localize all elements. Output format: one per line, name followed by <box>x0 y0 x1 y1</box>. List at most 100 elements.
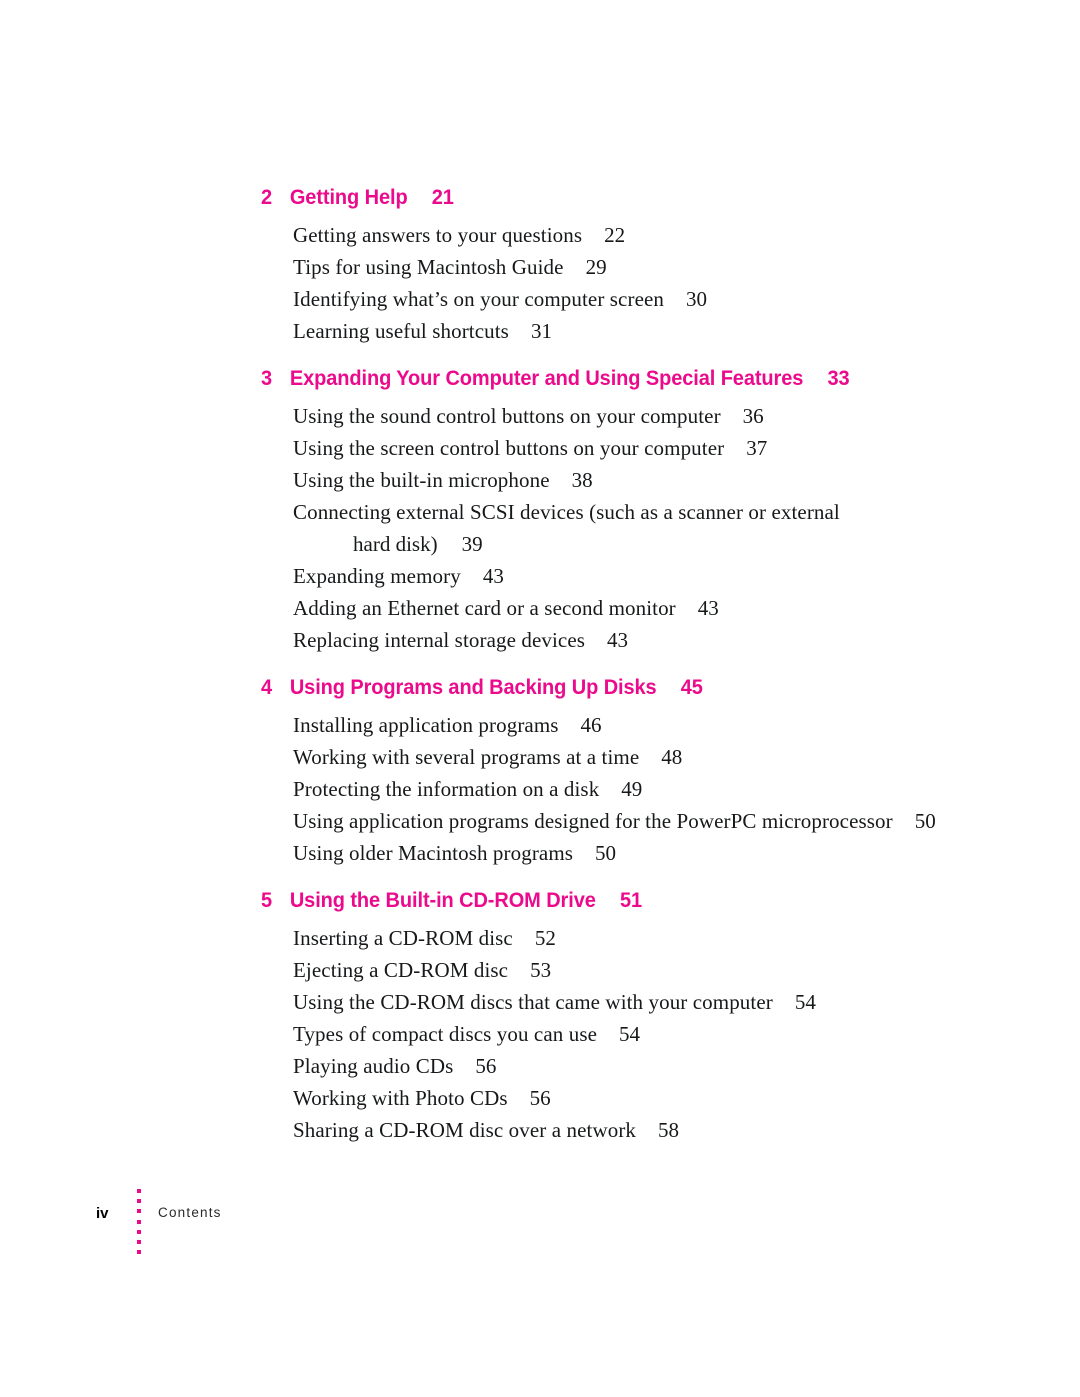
rule-dot <box>137 1189 141 1193</box>
toc-entry-text: Working with Photo CDs <box>293 1086 508 1110</box>
toc-entry-list: Inserting a CD-ROM disc 52 Ejecting a CD-R… <box>261 922 1021 1146</box>
toc-entry-page-number: 43 <box>482 564 504 588</box>
toc-entry[interactable]: Using the CD-ROM discs that came with yo… <box>261 986 1021 1018</box>
toc-entry-page-number: 29 <box>585 255 607 279</box>
toc-entry-page-number: 50 <box>914 809 936 833</box>
toc-entry[interactable]: Identifying what’s on your computer scre… <box>261 283 1021 315</box>
toc-entry[interactable]: Types of compact discs you can use 54 <box>261 1018 1021 1050</box>
toc-entry[interactable]: Adding an Ethernet card or a second moni… <box>261 592 1021 624</box>
chapter-number: 2 <box>261 185 273 209</box>
toc-entry[interactable]: Learning useful shortcuts 31 <box>261 315 1021 347</box>
chapter-title: Using Programs and Backing Up Disks <box>289 675 657 699</box>
toc-entry-text: Using application programs designed for … <box>293 809 893 833</box>
toc-chapter-heading[interactable]: 5 Using the Built-in CD-ROM Drive 51 <box>261 888 968 913</box>
toc-entry-list: Using the sound control buttons on your … <box>261 400 1021 656</box>
toc-entry-text: Using the built-in microphone <box>293 468 550 492</box>
toc-entry-list: Getting answers to your questions 22 Tips … <box>261 219 1021 347</box>
rule-dot <box>137 1239 141 1244</box>
toc-entry-page-number: 48 <box>661 745 683 769</box>
toc-entry-text: Using the screen control buttons on your… <box>293 436 725 460</box>
toc-entry-text: Sharing a CD-ROM disc over a network <box>293 1118 637 1142</box>
toc-entry-page-number: 56 <box>475 1054 497 1078</box>
dotted-rule-decoration <box>133 1189 145 1255</box>
toc-entry-text: Working with several programs at a time <box>293 745 640 769</box>
toc-entry-page-number: 36 <box>742 404 764 428</box>
chapter-page-number: 21 <box>431 185 454 209</box>
toc-entry-page-number: 54 <box>794 990 816 1014</box>
toc-entry-page-number: 31 <box>530 319 552 343</box>
chapter-number: 4 <box>261 675 273 699</box>
toc-entry-text: Ejecting a CD-ROM disc <box>293 958 509 982</box>
toc-entry[interactable]: Using the built-in microphone 38 <box>261 464 1021 496</box>
page-footer: iv Contents <box>96 1186 222 1255</box>
toc-entry[interactable]: Using the sound control buttons on your … <box>261 400 1021 432</box>
toc-entry-page-number: 30 <box>686 287 708 311</box>
toc-chapter-heading[interactable]: 4 Using Programs and Backing Up Disks 45 <box>261 675 968 700</box>
toc-entry-text: Using the CD-ROM discs that came with yo… <box>293 990 773 1014</box>
toc-entry-page-number: 58 <box>658 1118 680 1142</box>
chapter-number: 5 <box>261 888 273 912</box>
chapter-title: Expanding Your Computer and Using Specia… <box>289 366 804 390</box>
toc-entry-text: Learning useful shortcuts <box>293 319 509 343</box>
folio-number: iv <box>96 1205 109 1222</box>
rule-dot <box>137 1250 141 1255</box>
toc-chapter-block: 5 Using the Built-in CD-ROM Drive 51 Insert… <box>261 888 1021 1146</box>
toc-chapter-heading[interactable]: 2 Getting Help 21 <box>261 185 968 210</box>
toc-entry-page-number: 53 <box>530 958 552 982</box>
toc-entry-page-number: 43 <box>607 628 629 652</box>
toc-entry-page-number: 22 <box>604 223 626 247</box>
toc-chapter-block: 4 Using Programs and Backing Up Disks 45 In… <box>261 675 1021 869</box>
toc-entry[interactable]: Using the screen control buttons on your… <box>261 432 1021 464</box>
toc-entry[interactable]: Connecting external SCSI devices (such a… <box>261 496 853 560</box>
toc-entry-text: Identifying what’s on your computer scre… <box>293 287 665 311</box>
rule-dot <box>137 1209 141 1214</box>
chapter-number: 3 <box>261 366 273 390</box>
toc-entry-page-number: 50 <box>595 841 617 865</box>
toc-entry[interactable]: Working with several programs at a time 4… <box>261 741 1021 773</box>
chapter-page-number: 51 <box>619 888 643 912</box>
toc-entry[interactable]: Installing application programs 46 <box>261 709 1021 741</box>
toc-entry[interactable]: Expanding memory 43 <box>261 560 1021 592</box>
toc-entry-page-number: 38 <box>571 468 593 492</box>
toc-chapter-block: 3 Expanding Your Computer and Using Speci… <box>261 366 1021 656</box>
toc-entry-text: Adding an Ethernet card or a second moni… <box>293 596 676 620</box>
toc-entry[interactable]: Playing audio CDs 56 <box>261 1050 1021 1082</box>
toc-entry-page-number: 56 <box>529 1086 551 1110</box>
toc-entry[interactable]: Replacing internal storage devices 43 <box>261 624 1021 656</box>
toc-entry-text: Installing application programs <box>293 713 559 737</box>
rule-dot <box>137 1199 141 1204</box>
toc-entry[interactable]: Using application programs designed for … <box>261 805 1021 837</box>
toc-entry[interactable]: Protecting the information on a disk 49 <box>261 773 1021 805</box>
toc-entry-page-number: 49 <box>621 777 643 801</box>
toc-entry-continuation-text: hard disk) <box>353 532 438 556</box>
toc-entry-page-number: 43 <box>697 596 719 620</box>
toc-entry[interactable]: Ejecting a CD-ROM disc 53 <box>261 954 1021 986</box>
toc-entry-text: Getting answers to your questions <box>293 223 583 247</box>
toc-entry[interactable]: Using older Macintosh programs 50 <box>261 837 1021 869</box>
toc-entry[interactable]: Working with Photo CDs 56 <box>261 1082 1021 1114</box>
toc-entry-text: Types of compact discs you can use <box>293 1022 598 1046</box>
toc-entry-text: Replacing internal storage devices <box>293 628 586 652</box>
toc-entry-page-number: 37 <box>746 436 768 460</box>
toc-entry[interactable]: Sharing a CD-ROM disc over a network 58 <box>261 1114 1021 1146</box>
toc-entry-text: Using older Macintosh programs <box>293 841 574 865</box>
toc-entry[interactable]: Tips for using Macintosh Guide 29 <box>261 251 1021 283</box>
rule-dot <box>137 1219 141 1224</box>
toc-entry-text: Expanding memory <box>293 564 461 588</box>
toc-entry-list: Installing application programs 46 Working… <box>261 709 1021 869</box>
toc-chapter-heading[interactable]: 3 Expanding Your Computer and Using Speci… <box>261 366 968 391</box>
toc-chapter-block: 2 Getting Help 21 Getting answers to your q… <box>261 185 1021 347</box>
page-canvas: 2 Getting Help 21 Getting answers to your q… <box>0 0 1080 1397</box>
toc-entry-text: Using the sound control buttons on your … <box>293 404 721 428</box>
toc-entry[interactable]: Inserting a CD-ROM disc 52 <box>261 922 1021 954</box>
toc-entry-page-number: 54 <box>619 1022 641 1046</box>
toc-entry-continuation: hard disk) 39 <box>293 528 853 560</box>
footer-section-label: Contents <box>158 1205 222 1220</box>
toc-entry-page-number: 46 <box>580 713 602 737</box>
toc-entry-text: Playing audio CDs <box>293 1054 454 1078</box>
toc-entry-text: Tips for using Macintosh Guide <box>293 255 564 279</box>
toc-entry-text: Inserting a CD-ROM disc <box>293 926 513 950</box>
toc-entry-page-number: 39 <box>461 532 483 556</box>
toc-entry-text: Connecting external SCSI devices (such a… <box>293 500 840 524</box>
toc-entry[interactable]: Getting answers to your questions 22 <box>261 219 1021 251</box>
